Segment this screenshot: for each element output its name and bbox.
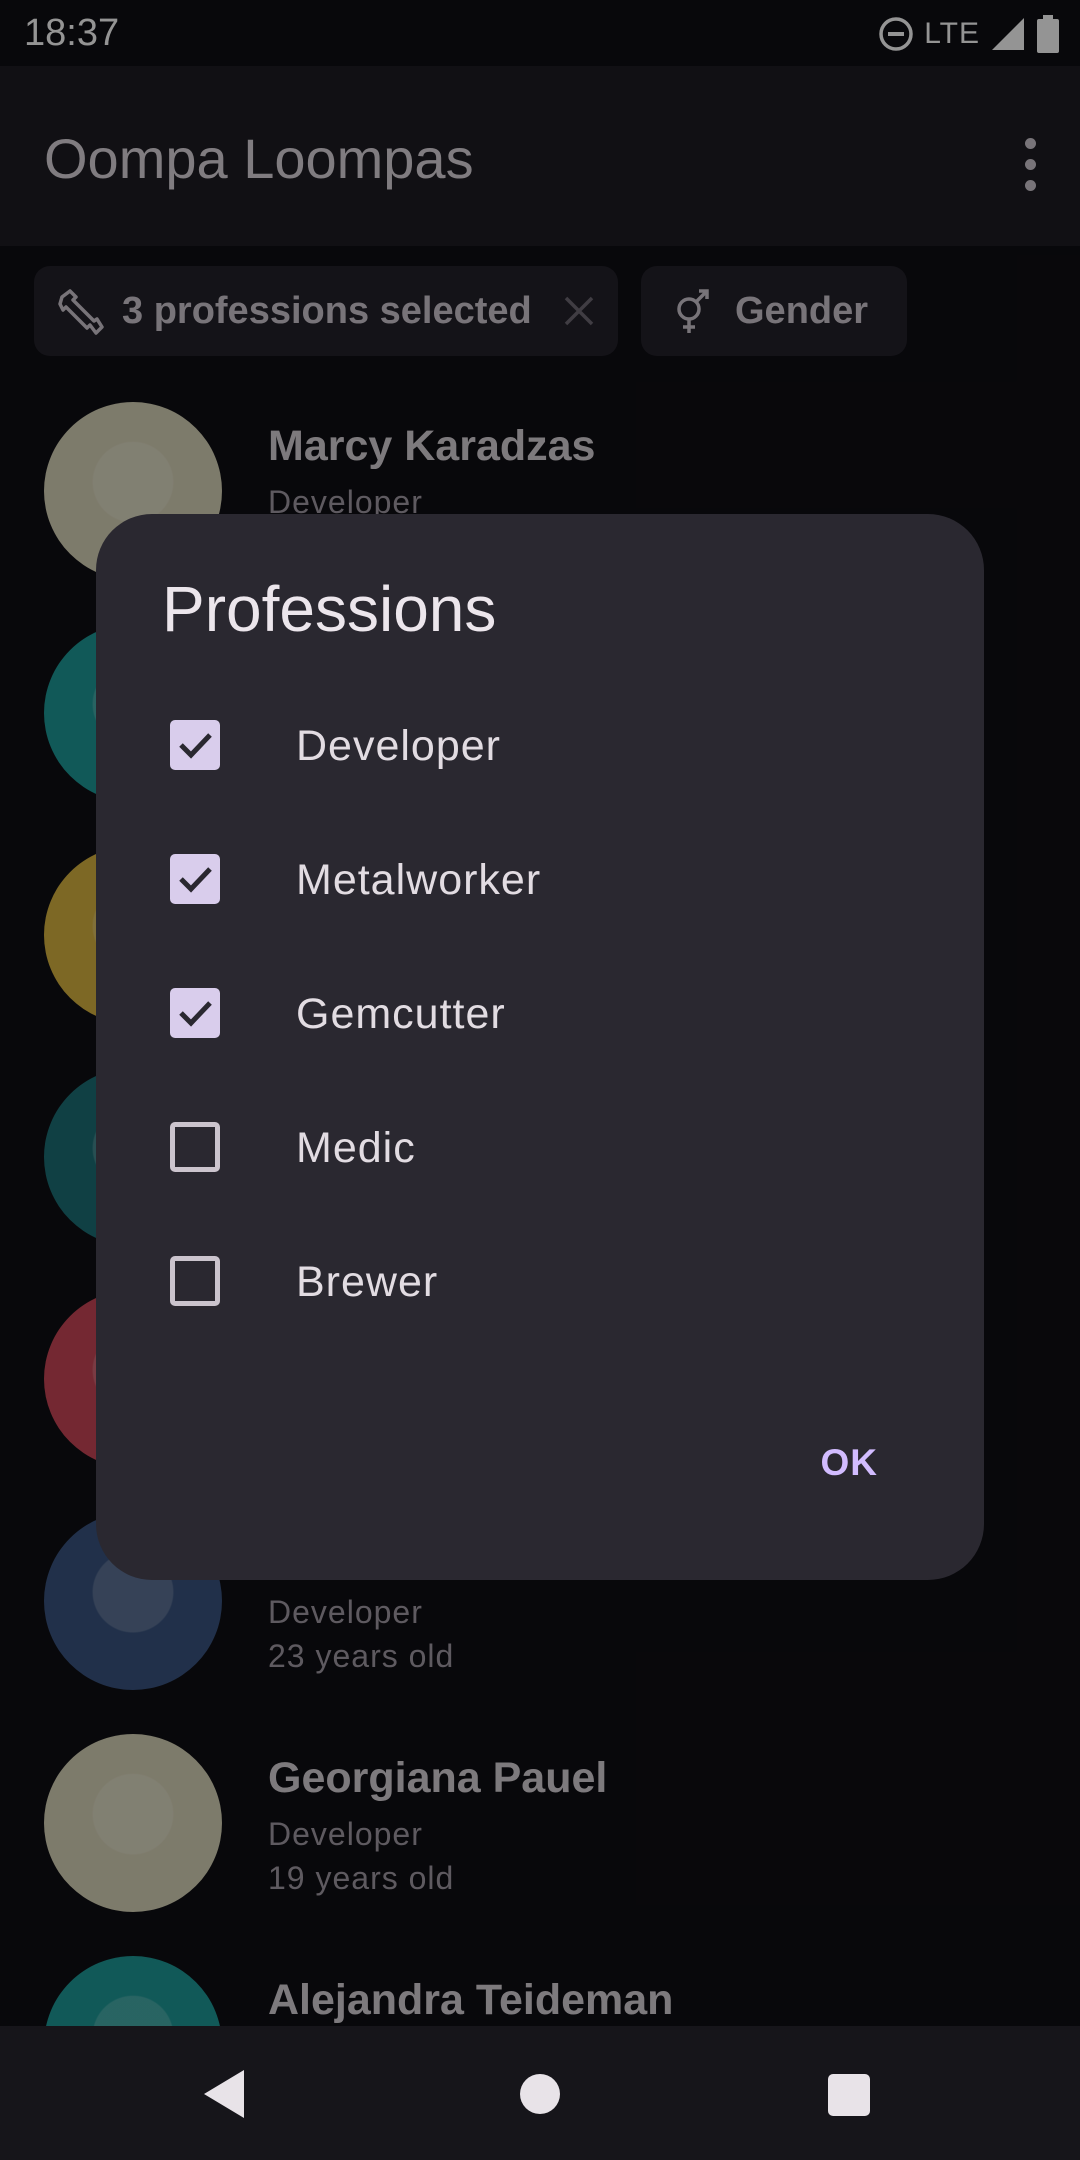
- option-label: Medic: [296, 1124, 416, 1172]
- option-developer[interactable]: Developer: [96, 678, 984, 812]
- dialog-title: Professions: [162, 573, 497, 645]
- checkbox[interactable]: [170, 988, 220, 1038]
- system-navigation-bar: [0, 2026, 1080, 2160]
- back-icon[interactable]: [204, 2070, 244, 2118]
- home-icon[interactable]: [520, 2074, 560, 2114]
- option-label: Developer: [296, 722, 501, 770]
- option-gemcutter[interactable]: Gemcutter: [96, 946, 984, 1080]
- check-icon: [179, 1001, 212, 1027]
- option-label: Gemcutter: [296, 990, 506, 1038]
- option-label: Brewer: [296, 1258, 439, 1306]
- professions-dialog: Professions Developer Metalworker Gemcut…: [96, 514, 984, 1580]
- ok-button[interactable]: OK: [821, 1442, 879, 1484]
- checkbox[interactable]: [170, 854, 220, 904]
- checkbox[interactable]: [170, 1122, 220, 1172]
- option-medic[interactable]: Medic: [96, 1080, 984, 1214]
- option-label: Metalworker: [296, 856, 542, 904]
- checkbox[interactable]: [170, 1256, 220, 1306]
- recents-icon[interactable]: [828, 2074, 870, 2116]
- option-metalworker[interactable]: Metalworker: [96, 812, 984, 946]
- checkbox[interactable]: [170, 720, 220, 770]
- check-icon: [179, 733, 212, 759]
- option-brewer[interactable]: Brewer: [96, 1214, 984, 1348]
- check-icon: [179, 867, 212, 893]
